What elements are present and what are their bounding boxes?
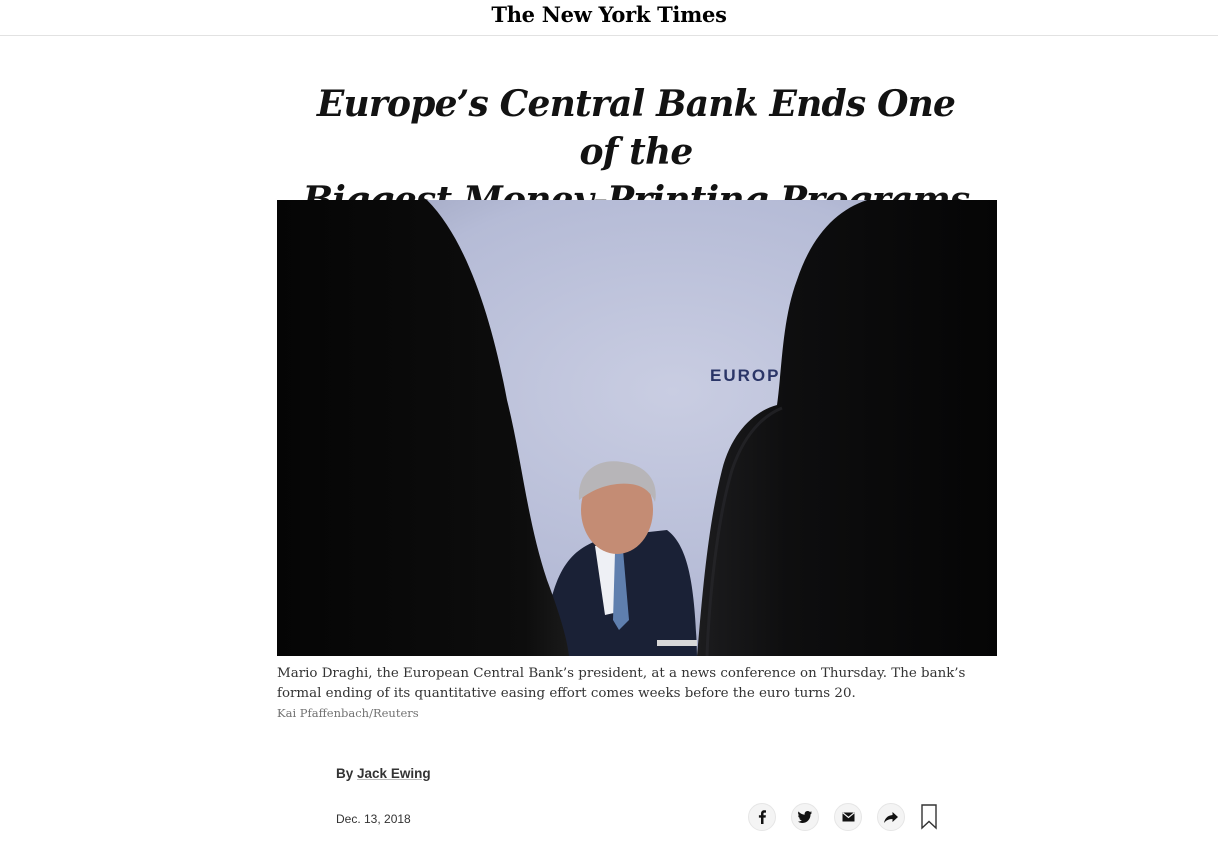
email-icon [841, 812, 855, 822]
nyt-logo[interactable]: The New York Times [0, 2, 1218, 27]
share-icon [884, 811, 898, 823]
author-link[interactable]: Jack Ewing [357, 766, 431, 781]
facebook-share-button[interactable] [748, 803, 776, 831]
photo-credit: Kai Pfaffenbach/Reuters [277, 706, 419, 720]
twitter-icon [798, 811, 812, 823]
photo-caption: Mario Draghi, the European Central Bank’… [277, 666, 966, 701]
facebook-icon [758, 810, 766, 824]
byline-prefix: By [336, 766, 354, 781]
lead-photo: EUROPE [277, 200, 997, 656]
email-share-button[interactable] [834, 803, 862, 831]
save-bookmark-button[interactable] [920, 804, 938, 830]
publish-date: Dec. 13, 2018 [336, 812, 411, 826]
more-share-button[interactable] [877, 803, 905, 831]
headline-line-1: Europe’s Central Bank Ends One of the [316, 83, 956, 173]
byline: By Jack Ewing [336, 766, 431, 781]
masthead: The New York Times [0, 0, 1218, 36]
bookmark-icon [921, 804, 937, 830]
twitter-share-button[interactable] [791, 803, 819, 831]
